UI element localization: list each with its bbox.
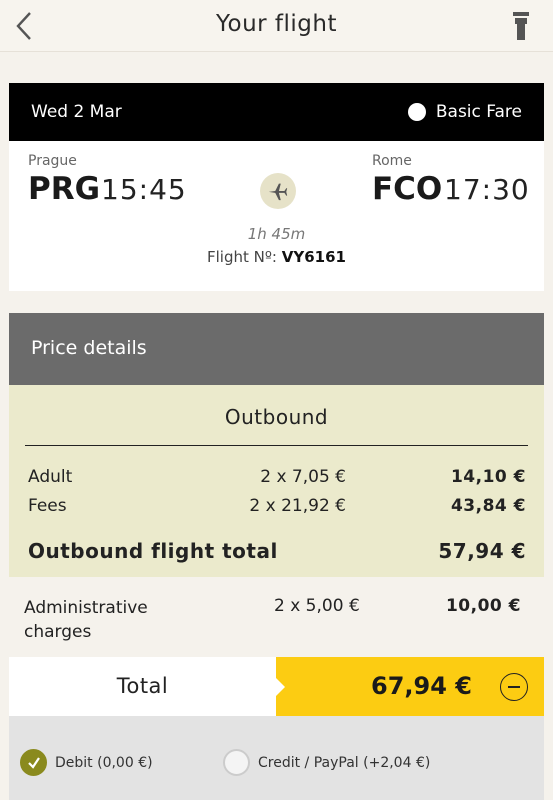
total-label-cell: Total [9, 657, 276, 716]
origin-city: Prague [28, 153, 77, 169]
origin-code: PRG [28, 171, 101, 207]
admin-charges-amount: 10,00 € [445, 596, 521, 616]
flight-number-value: VY6161 [281, 248, 346, 266]
arrival-time: 17:30 [444, 173, 530, 206]
flight-number: Flight Nº: VY6161 [9, 248, 544, 266]
notch-arrow [276, 678, 285, 696]
price-row-adult: Adult 2 x 7,05 € 14,10 € [28, 467, 526, 491]
checkmark-icon[interactable] [20, 749, 47, 776]
payment-option-debit[interactable]: Debit (0,00 €) [20, 749, 153, 776]
flight-number-label: Flight Nº: [207, 248, 277, 266]
fare-label: Basic Fare [435, 102, 522, 122]
destination-code: FCO [372, 171, 443, 207]
row-qty: 2 x 21,92 € [249, 496, 346, 516]
top-bar: Your flight [0, 0, 553, 52]
radio-icon[interactable] [223, 749, 250, 776]
outbound-title: Outbound [224, 405, 329, 429]
row-amount: 14,10 € [450, 467, 526, 487]
page-title: Your flight [216, 11, 337, 37]
total-label: Total [116, 674, 169, 698]
fare-dot-icon [407, 103, 426, 121]
outbound-total-row: Outbound flight total 57,94 € [28, 539, 526, 563]
row-label: Fees [28, 496, 67, 516]
divider [25, 445, 528, 446]
flight-date: Wed 2 Mar [31, 102, 122, 122]
flight-header: Wed 2 Mar Basic Fare [9, 83, 544, 141]
departure-time: 15:45 [101, 173, 187, 206]
minus-icon [508, 686, 520, 688]
price-details-header: Price details [9, 313, 544, 385]
fare-type: Basic Fare [407, 102, 522, 122]
control-tower-button[interactable] [509, 8, 533, 44]
row-qty: 2 x 7,05 € [260, 467, 346, 487]
payment-option-credit[interactable]: Credit / PayPal (+2,04 €) [223, 749, 430, 776]
outbound-section: Outbound Adult 2 x 7,05 € 14,10 € Fees 2… [9, 385, 544, 577]
outbound-total-label: Outbound flight total [28, 539, 278, 563]
total-bar[interactable]: Total 67,94 € [9, 657, 544, 716]
collapse-button[interactable] [500, 673, 528, 701]
total-amount: 67,94 € [371, 672, 472, 700]
price-row-fees: Fees 2 x 21,92 € 43,84 € [28, 496, 526, 520]
flight-card: Wed 2 Mar Basic Fare Prague PRG 15:45 Ro… [9, 83, 544, 291]
admin-charges-qty: 2 x 5,00 € [274, 596, 360, 616]
payment-option-label: Debit (0,00 €) [55, 754, 153, 771]
row-amount: 43,84 € [450, 496, 526, 516]
control-tower-icon [513, 12, 529, 40]
destination-city: Rome [372, 153, 412, 169]
admin-charges-row: Administrative charges 2 x 5,00 € 10,00 … [24, 596, 534, 644]
outbound-total-amount: 57,94 € [438, 539, 526, 563]
payment-options: Debit (0,00 €) Credit / PayPal (+2,04 €) [9, 716, 544, 800]
plane-icon [260, 173, 296, 209]
row-label: Adult [28, 467, 73, 487]
flight-duration: 1h 45m [247, 225, 306, 243]
total-amount-cell: 67,94 € [276, 657, 544, 716]
admin-charges-label: Administrative charges [24, 598, 148, 642]
payment-option-label: Credit / PayPal (+2,04 €) [258, 754, 431, 771]
